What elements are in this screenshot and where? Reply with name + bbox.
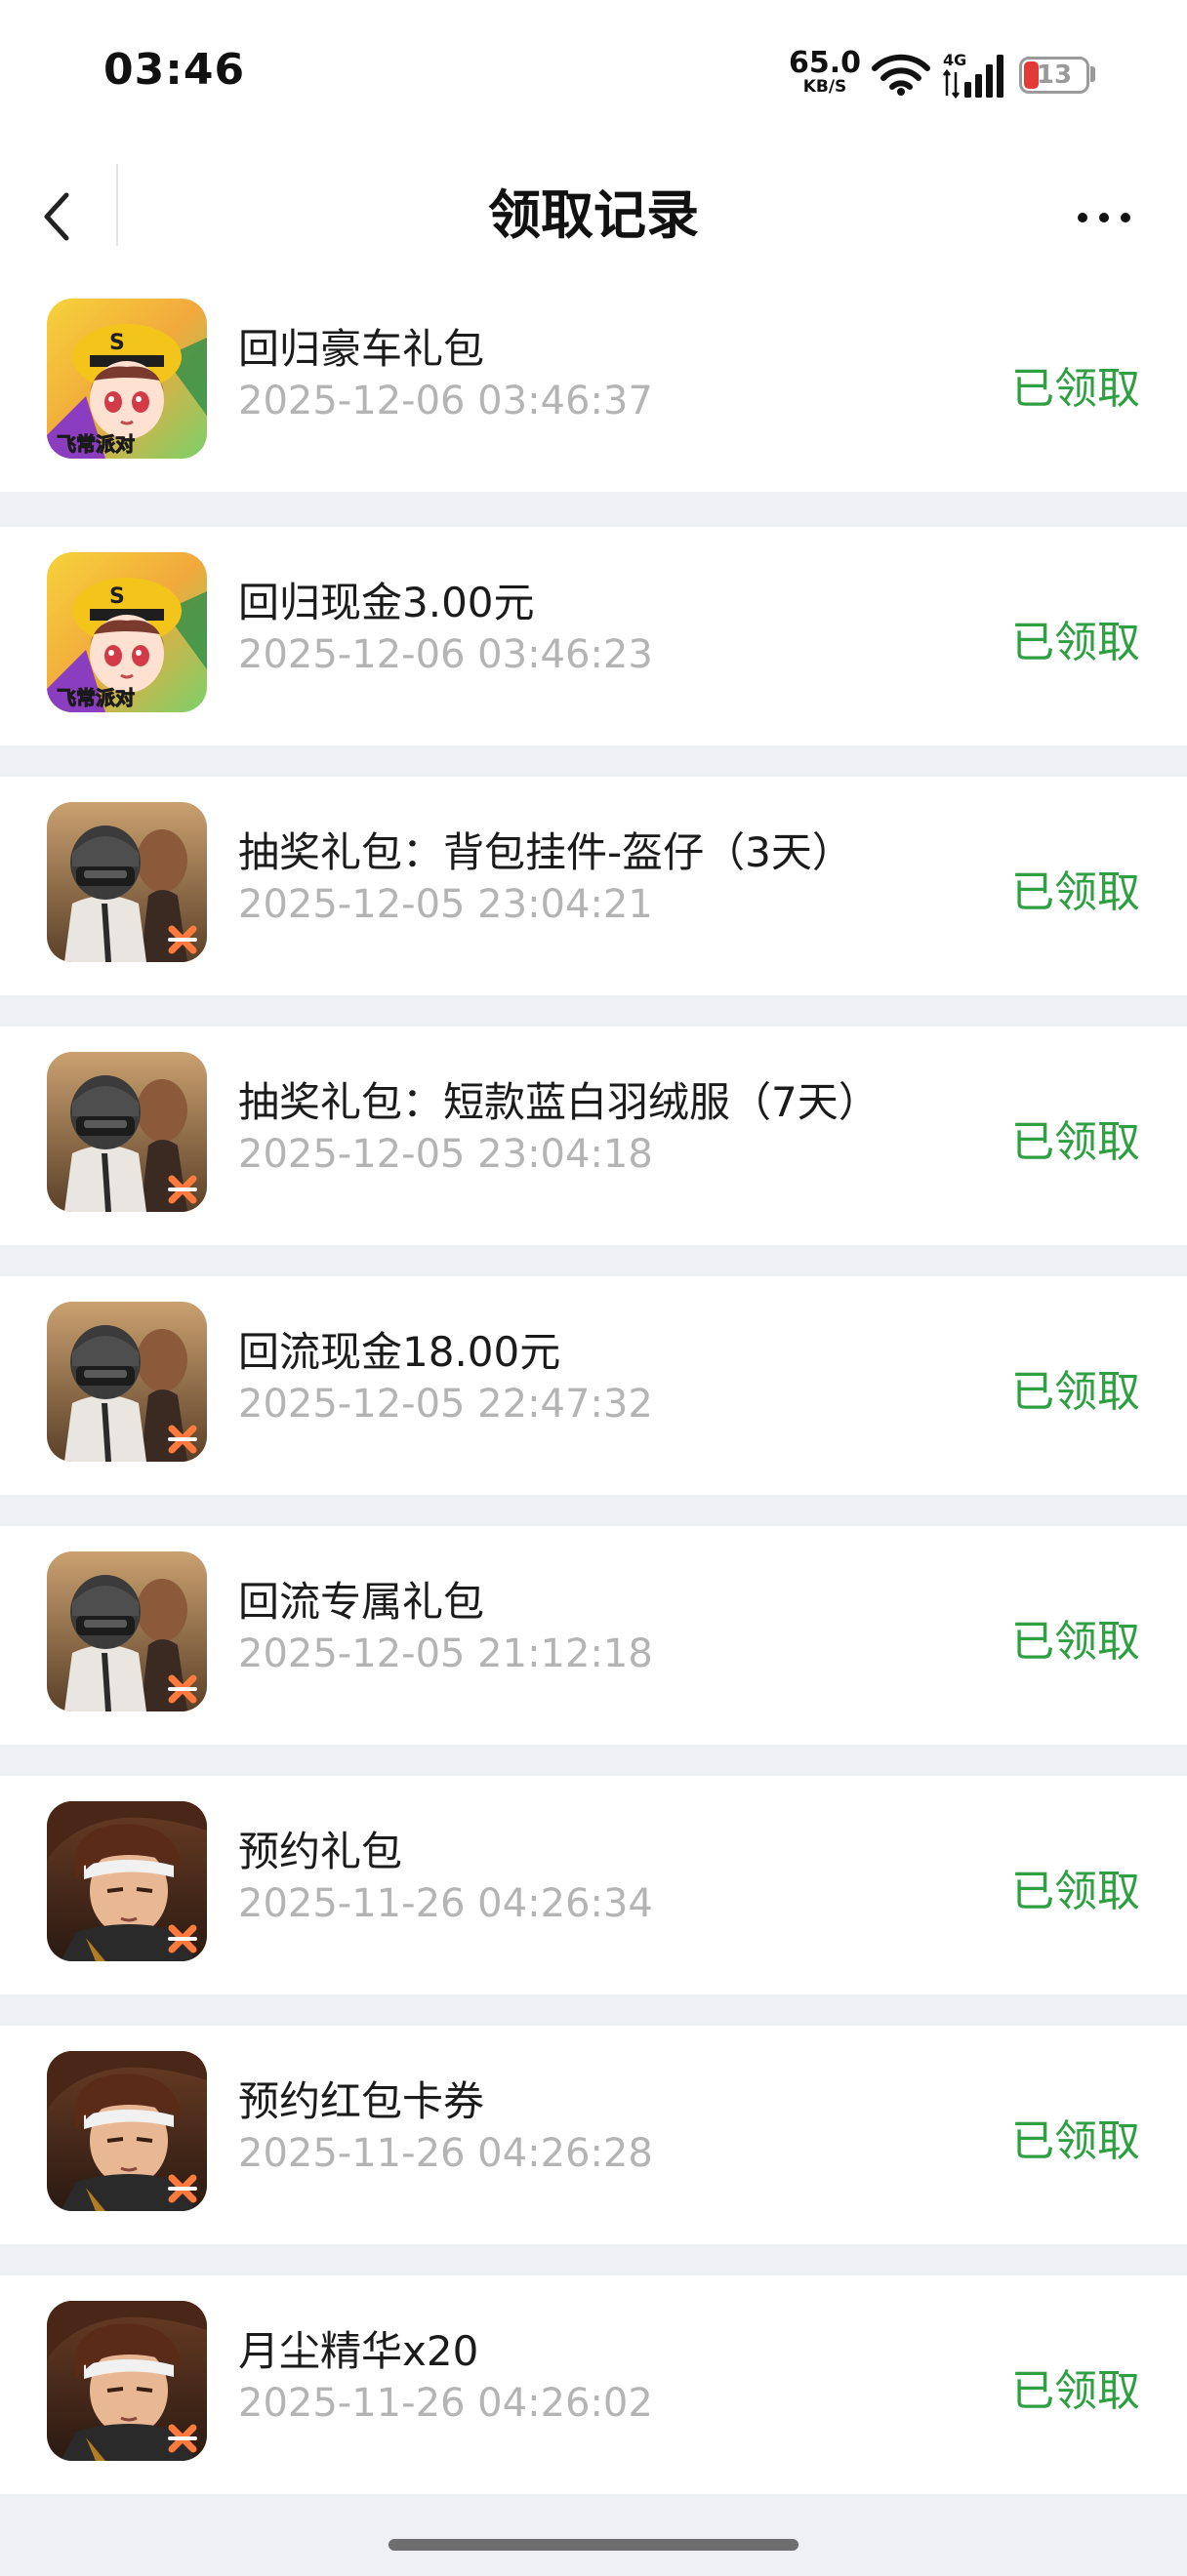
shooter-game-icon xyxy=(47,1052,207,1212)
record-time: 2025-12-06 03:46:37 xyxy=(238,379,653,423)
record-name: 抽奖礼包：背包挂件-盔仔（3天） xyxy=(238,828,853,876)
battery-level: 13 xyxy=(1036,60,1073,90)
claimed-status: 已领取 xyxy=(1011,1867,1140,1916)
record-time: 2025-11-26 04:26:02 xyxy=(238,2381,653,2426)
record-item[interactable]: S 飞常派对 回归豪车礼包 2025-12-06 03:46:37 已领取 xyxy=(0,277,1187,492)
network-speed-unit: KB/S xyxy=(802,77,847,97)
more-button[interactable] xyxy=(1064,193,1142,242)
claimed-status: 已领取 xyxy=(1011,618,1140,667)
record-name: 抽奖礼包：短款蓝白羽绒服（7天） xyxy=(238,1078,880,1126)
claimed-status: 已领取 xyxy=(1011,2116,1140,2166)
claimed-status: 已领取 xyxy=(1011,1117,1140,1167)
game-logo-text: 飞常派对 xyxy=(57,432,135,456)
status-bar: 03:46 65.0 KB/S 4G 13 xyxy=(0,0,1187,156)
network-speed: 65.0 KB/S xyxy=(789,49,861,96)
home-indicator xyxy=(389,2539,798,2551)
claimed-status: 已领取 xyxy=(1011,1367,1140,1417)
claimed-status: 已领取 xyxy=(1011,364,1140,414)
record-name: 回流现金18.00元 xyxy=(238,1328,561,1376)
record-item[interactable]: 回流专属礼包 2025-12-05 21:12:18 已领取 xyxy=(0,1526,1187,1745)
record-time: 2025-12-06 03:46:23 xyxy=(238,632,653,677)
record-item[interactable]: 抽奖礼包：背包挂件-盔仔（3天） 2025-12-05 23:04:21 已领取 xyxy=(0,777,1187,995)
network-speed-value: 65.0 xyxy=(789,46,862,80)
shooter-game-icon xyxy=(47,802,207,962)
battery-icon: 13 xyxy=(1019,57,1089,94)
claimed-status: 已领取 xyxy=(1011,2366,1140,2416)
claimed-status: 已领取 xyxy=(1011,867,1140,917)
wifi-icon xyxy=(872,54,930,96)
status-time: 03:46 xyxy=(103,45,246,95)
record-time: 2025-12-05 21:12:18 xyxy=(238,1631,653,1676)
record-time: 2025-11-26 04:26:34 xyxy=(238,1881,653,1926)
battery-tip xyxy=(1090,66,1095,82)
fighter-game-icon xyxy=(47,1801,207,1961)
more-dots-icon xyxy=(1121,213,1130,222)
record-item[interactable]: 回流现金18.00元 2025-12-05 22:47:32 已领取 xyxy=(0,1276,1187,1495)
record-item[interactable]: S 飞常派对 回归现金3.00元 2025-12-06 03:46:23 已领取 xyxy=(0,527,1187,745)
record-name: 预约礼包 xyxy=(238,1828,403,1875)
racing-game-icon: S 飞常派对 xyxy=(47,552,207,712)
fighter-game-icon xyxy=(47,2301,207,2461)
network-type-label: 4G xyxy=(943,51,966,69)
svg-text:S: S xyxy=(109,331,125,355)
record-time: 2025-12-05 23:04:18 xyxy=(238,1132,653,1177)
record-name: 预约红包卡券 xyxy=(238,2077,485,2125)
shooter-game-icon xyxy=(47,1302,207,1462)
svg-text:S: S xyxy=(109,584,125,609)
record-time: 2025-12-05 22:47:32 xyxy=(238,1382,653,1427)
game-logo-text: 飞常派对 xyxy=(57,686,135,709)
fighter-game-icon xyxy=(47,2051,207,2211)
claimed-status: 已领取 xyxy=(1011,1617,1140,1667)
record-item[interactable]: 预约礼包 2025-11-26 04:26:34 已领取 xyxy=(0,1776,1187,1994)
record-name: 回流专属礼包 xyxy=(238,1578,485,1626)
record-time: 2025-12-05 23:04:21 xyxy=(238,882,653,927)
record-item[interactable]: 预约红包卡券 2025-11-26 04:26:28 已领取 xyxy=(0,2026,1187,2244)
racing-game-icon: S 飞常派对 xyxy=(47,299,207,459)
more-dots-icon xyxy=(1078,213,1087,222)
record-item[interactable]: 抽奖礼包：短款蓝白羽绒服（7天） 2025-12-05 23:04:18 已领取 xyxy=(0,1026,1187,1245)
more-dots-icon xyxy=(1099,213,1109,222)
cellular-signal-icon: 4G xyxy=(943,51,1003,100)
record-name: 回归现金3.00元 xyxy=(238,579,535,626)
nav-bar: 领取记录 xyxy=(0,156,1187,277)
record-time: 2025-11-26 04:26:28 xyxy=(238,2131,653,2176)
record-name: 月尘精华x20 xyxy=(238,2327,479,2375)
record-item[interactable]: 月尘精华x20 2025-11-26 04:26:02 已领取 xyxy=(0,2275,1187,2494)
record-name: 回归豪车礼包 xyxy=(238,325,485,373)
page-title: 领取记录 xyxy=(488,184,699,246)
shooter-game-icon xyxy=(47,1551,207,1711)
